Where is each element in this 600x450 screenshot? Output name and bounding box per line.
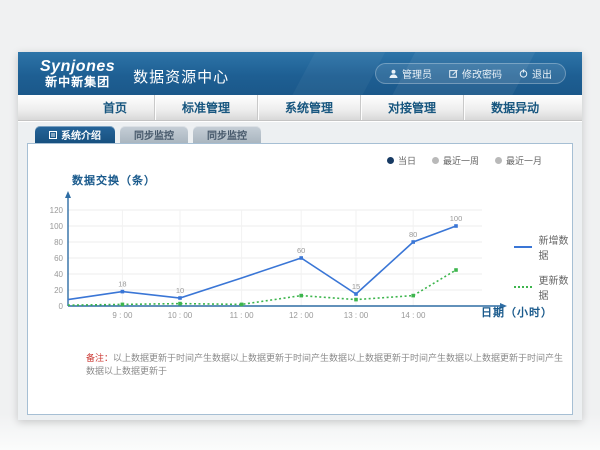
svg-text:60: 60 [54, 254, 63, 263]
tab-label: 同步监控 [134, 127, 174, 142]
range-label: 当日 [398, 154, 416, 167]
footnote: 备注：以上数据更新于时间产生数据以上数据更新于时间产生数据以上数据更新于时间产生… [86, 352, 564, 377]
svg-text:10 : 00: 10 : 00 [168, 311, 193, 320]
svg-text:100: 100 [450, 214, 463, 223]
svg-text:9 : 00: 9 : 00 [112, 311, 133, 320]
tab-sync-monitor-1[interactable]: 同步监控 [120, 126, 188, 143]
change-password-button[interactable]: 修改密码 [449, 66, 502, 81]
nav-item-system-mgmt[interactable]: 系统管理 [257, 95, 360, 120]
company-name: 新中新集团 [40, 76, 115, 89]
logout-button[interactable]: 退出 [519, 66, 552, 81]
tab-sync-monitor-2[interactable]: 同步监控 [193, 126, 261, 143]
nav-item-data-change[interactable]: 数据异动 [463, 95, 566, 120]
line-chart: 0 20 40 60 80 100 120 9 : 00 10 : 00 11 : 00 12 : … [40, 188, 510, 328]
svg-text:40: 40 [54, 270, 63, 279]
range-label: 最近一周 [443, 154, 479, 167]
page-title: 数据资源中心 [133, 60, 229, 87]
svg-text:10: 10 [176, 286, 184, 295]
user-icon [389, 69, 398, 78]
legend-item-updated-data: 更新数据 [514, 272, 572, 302]
tab-bar: 系统介绍 同步监控 同步监控 [27, 126, 573, 143]
range-option-last-week[interactable]: 最近一周 [432, 154, 479, 167]
chart-panel: 当日 最近一周 最近一月 数据交换（条） 0 20 40 60 80 100 120 9 : … [27, 143, 573, 415]
user-profile-label: 管理员 [402, 66, 432, 81]
x-axis-title: 日期（小时） [481, 304, 553, 320]
nav-item-interface-mgmt[interactable]: 对接管理 [360, 95, 463, 120]
nav-item-standard-mgmt[interactable]: 标准管理 [154, 95, 257, 120]
legend-label: 更新数据 [538, 272, 572, 302]
radio-dot-icon [387, 157, 394, 164]
brand-name: Synjones [40, 59, 115, 76]
svg-text:60: 60 [297, 246, 305, 255]
svg-text:80: 80 [409, 230, 417, 239]
main-nav: 首页 标准管理 系统管理 对接管理 数据异动 [18, 95, 582, 121]
power-icon [519, 69, 528, 78]
legend-item-new-data: 新增数据 [514, 232, 572, 262]
radio-dot-icon [432, 157, 439, 164]
svg-text:12 : 00: 12 : 00 [289, 311, 314, 320]
series-legend: 新增数据 更新数据 [514, 232, 572, 302]
time-range-selector: 当日 最近一周 最近一月 [387, 154, 542, 167]
change-password-label: 修改密码 [462, 66, 502, 81]
tab-system-intro[interactable]: 系统介绍 [35, 126, 115, 143]
radio-dot-icon [495, 157, 502, 164]
user-profile-button[interactable]: 管理员 [389, 66, 432, 81]
svg-text:14 : 00: 14 : 00 [401, 311, 426, 320]
dotted-line-icon [514, 286, 532, 288]
app-window: Synjones 新中新集团 数据资源中心 管理员 修改密码 退出 [18, 52, 582, 420]
solid-line-icon [514, 246, 532, 248]
app-header: Synjones 新中新集团 数据资源中心 管理员 修改密码 退出 [18, 52, 582, 95]
svg-text:13 : 00: 13 : 00 [344, 311, 369, 320]
user-menu: 管理员 修改密码 退出 [375, 63, 566, 84]
svg-text:120: 120 [50, 206, 64, 215]
y-axis-title: 数据交换（条） [72, 172, 156, 188]
range-option-last-month[interactable]: 最近一月 [495, 154, 542, 167]
range-option-today[interactable]: 当日 [387, 154, 416, 167]
svg-text:18: 18 [118, 280, 126, 289]
content-area: 系统介绍 同步监控 同步监控 当日 最近一周 [18, 122, 582, 420]
company-logo: Synjones 新中新集团 [40, 59, 115, 88]
svg-text:15: 15 [352, 282, 360, 291]
tab-label: 同步监控 [207, 127, 247, 142]
nav-item-home[interactable]: 首页 [76, 95, 154, 120]
svg-text:0: 0 [59, 302, 64, 311]
svg-text:100: 100 [50, 222, 64, 231]
tab-label: 系统介绍 [61, 127, 101, 142]
legend-label: 新增数据 [538, 232, 572, 262]
edit-icon [449, 69, 458, 78]
footnote-text: 以上数据更新于时间产生数据以上数据更新于时间产生数据以上数据更新于时间产生数据以… [86, 353, 563, 376]
document-icon [49, 131, 57, 139]
range-label: 最近一月 [506, 154, 542, 167]
logout-label: 退出 [532, 66, 552, 81]
footnote-prefix: 备注： [86, 353, 113, 363]
svg-text:11 : 00: 11 : 00 [230, 311, 254, 320]
svg-text:20: 20 [54, 286, 63, 295]
svg-text:80: 80 [54, 238, 63, 247]
